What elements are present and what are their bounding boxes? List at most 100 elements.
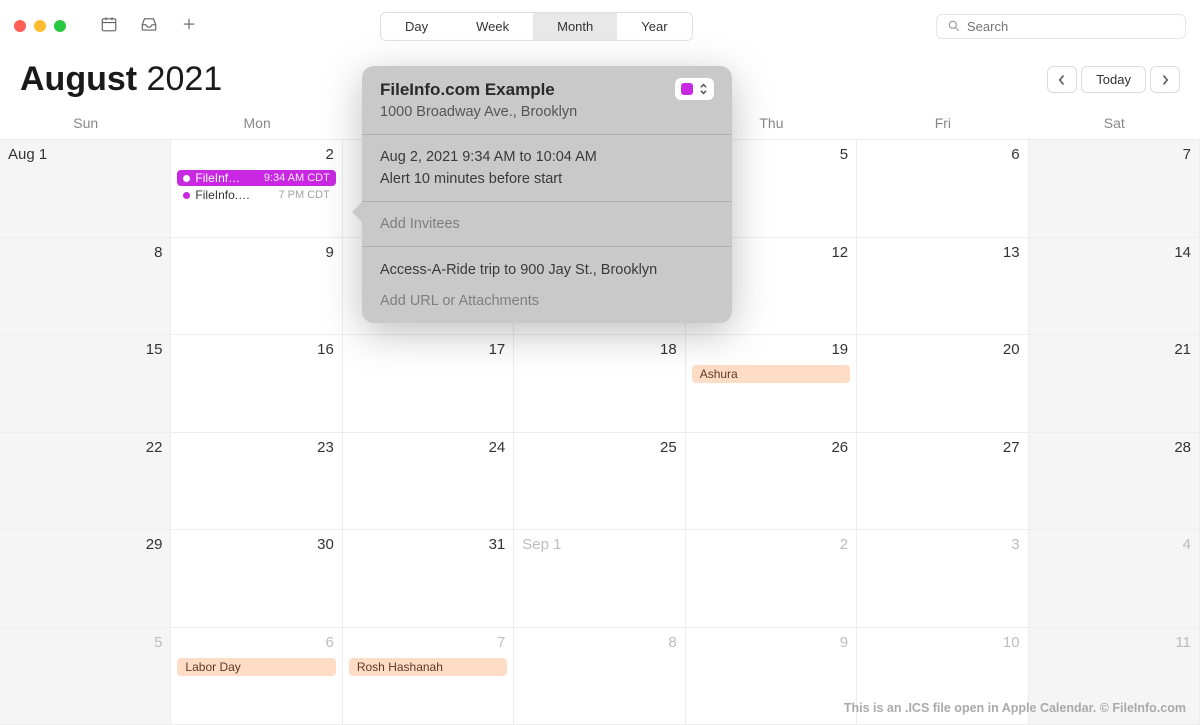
- event-pill[interactable]: Labor Day: [177, 658, 335, 676]
- event-pill[interactable]: FileInf…9:34 AM CDT: [177, 170, 335, 186]
- day-cell[interactable]: 8: [514, 628, 685, 725]
- day-number: 24: [349, 437, 507, 462]
- day-number: 20: [863, 339, 1021, 364]
- day-number: 9: [692, 632, 850, 657]
- day-cell[interactable]: 2: [686, 530, 857, 628]
- event-pill[interactable]: Ashura: [692, 365, 850, 383]
- day-number: 4: [1035, 534, 1193, 559]
- day-cell[interactable]: 8: [0, 238, 171, 336]
- day-cell[interactable]: 13: [857, 238, 1028, 336]
- day-cell[interactable]: 31: [343, 530, 514, 628]
- day-number: 10: [863, 632, 1021, 657]
- day-number: Aug 1: [6, 144, 164, 169]
- calendars-icon[interactable]: [100, 15, 118, 38]
- day-cell[interactable]: 6: [857, 140, 1028, 238]
- event-datetime[interactable]: Aug 2, 2021 9:34 AM to 10:04 AM: [380, 149, 714, 165]
- day-number: 19: [692, 339, 850, 364]
- view-tab-day[interactable]: Day: [381, 13, 452, 40]
- search-input[interactable]: [967, 19, 1175, 34]
- event-pill[interactable]: FileInfo.…7 PM CDT: [177, 187, 335, 203]
- search-field[interactable]: [936, 14, 1186, 39]
- day-cell[interactable]: 7: [1029, 140, 1200, 238]
- day-number: 9: [177, 242, 335, 267]
- month-title: August 2021: [20, 60, 222, 99]
- event-bullet-icon: [183, 175, 190, 182]
- day-cell[interactable]: 16: [171, 335, 342, 433]
- view-tab-year[interactable]: Year: [617, 13, 691, 40]
- event-location[interactable]: 1000 Broadway Ave., Brooklyn: [380, 104, 714, 120]
- day-number: Sep 1: [520, 534, 678, 559]
- day-number: 13: [863, 242, 1021, 267]
- day-number: 21: [1035, 339, 1193, 364]
- day-number: 7: [349, 632, 507, 657]
- day-cell[interactable]: 29: [0, 530, 171, 628]
- day-cell[interactable]: 22: [0, 433, 171, 531]
- day-cell[interactable]: 23: [171, 433, 342, 531]
- event-title[interactable]: FileInfo.com Example: [380, 80, 714, 100]
- day-cell[interactable]: 9: [686, 628, 857, 725]
- day-cell[interactable]: 25: [514, 433, 685, 531]
- day-number: 7: [1035, 144, 1193, 169]
- day-number: 8: [6, 242, 164, 267]
- event-title-text: Rosh Hashanah: [357, 660, 443, 674]
- day-cell[interactable]: 2FileInf…9:34 AM CDTFileInfo.…7 PM CDT: [171, 140, 342, 238]
- day-number: 22: [6, 437, 164, 462]
- event-popover: FileInfo.com Example 1000 Broadway Ave.,…: [362, 66, 732, 323]
- day-number: 14: [1035, 242, 1193, 267]
- inbox-icon[interactable]: [140, 15, 158, 38]
- day-cell[interactable]: 14: [1029, 238, 1200, 336]
- event-alert[interactable]: Alert 10 minutes before start: [380, 171, 714, 187]
- day-cell[interactable]: 5: [0, 628, 171, 725]
- day-cell[interactable]: 17: [343, 335, 514, 433]
- day-number: 6: [177, 632, 335, 657]
- today-button[interactable]: Today: [1081, 66, 1146, 93]
- add-event-icon[interactable]: [180, 15, 198, 38]
- weekday-label: Mon: [171, 115, 342, 139]
- view-segmented-control: DayWeekMonthYear: [380, 12, 693, 41]
- calendar-picker[interactable]: [675, 78, 714, 100]
- calendar-color-swatch: [681, 83, 693, 95]
- maximize-window-button[interactable]: [54, 20, 66, 32]
- day-cell[interactable]: 18: [514, 335, 685, 433]
- weekday-label: Sat: [1029, 115, 1200, 139]
- day-cell[interactable]: 24: [343, 433, 514, 531]
- day-number: 17: [349, 339, 507, 364]
- event-bullet-icon: [183, 192, 190, 199]
- day-cell[interactable]: 28: [1029, 433, 1200, 531]
- day-cell[interactable]: 7 Rosh Hashanah: [343, 628, 514, 725]
- day-cell[interactable]: Aug 1: [0, 140, 171, 238]
- day-number: 28: [1035, 437, 1193, 462]
- day-cell[interactable]: 30: [171, 530, 342, 628]
- event-title-text: Labor Day: [185, 660, 240, 674]
- view-tab-week[interactable]: Week: [452, 13, 533, 40]
- event-title-text: FileInfo.…: [195, 188, 250, 202]
- close-window-button[interactable]: [14, 20, 26, 32]
- day-number: 26: [692, 437, 850, 462]
- add-url-attachments-row[interactable]: Add URL or Attachments: [380, 293, 714, 309]
- event-notes[interactable]: Access-A-Ride trip to 900 Jay St., Brook…: [380, 261, 714, 281]
- day-number: 31: [349, 534, 507, 559]
- prev-month-button[interactable]: [1047, 66, 1077, 93]
- minimize-window-button[interactable]: [34, 20, 46, 32]
- event-time-text: 9:34 AM CDT: [258, 172, 330, 184]
- event-title-text: Ashura: [700, 367, 738, 381]
- next-month-button[interactable]: [1150, 66, 1180, 93]
- day-number: 3: [863, 534, 1021, 559]
- day-cell[interactable]: 19 Ashura: [686, 335, 857, 433]
- day-cell[interactable]: 21: [1029, 335, 1200, 433]
- day-cell[interactable]: 4: [1029, 530, 1200, 628]
- day-cell[interactable]: 9: [171, 238, 342, 336]
- day-cell[interactable]: 15: [0, 335, 171, 433]
- day-cell[interactable]: 20: [857, 335, 1028, 433]
- day-number: 2: [692, 534, 850, 559]
- day-cell[interactable]: 26: [686, 433, 857, 531]
- day-cell[interactable]: 6 Labor Day: [171, 628, 342, 725]
- add-invitees-row[interactable]: Add Invitees: [362, 202, 732, 247]
- day-cell[interactable]: 3: [857, 530, 1028, 628]
- view-tab-month[interactable]: Month: [533, 13, 617, 40]
- day-cell[interactable]: Sep 1: [514, 530, 685, 628]
- day-cell[interactable]: 27: [857, 433, 1028, 531]
- search-icon: [947, 19, 961, 33]
- event-pill[interactable]: Rosh Hashanah: [349, 658, 507, 676]
- weekday-label: Fri: [857, 115, 1028, 139]
